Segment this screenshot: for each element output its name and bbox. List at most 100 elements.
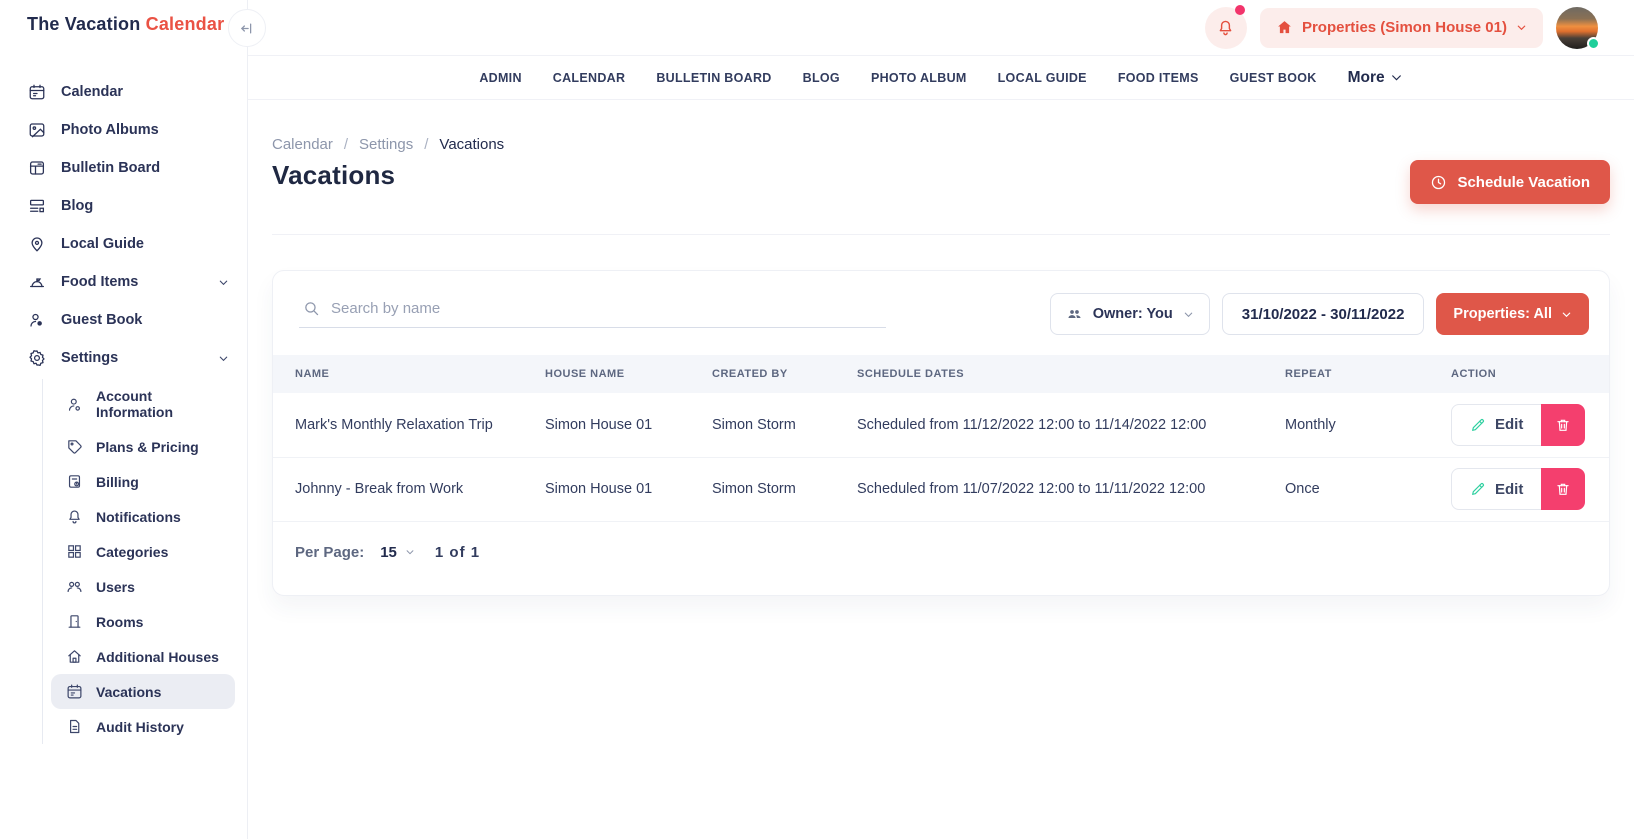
column-header-name: NAME (273, 355, 535, 393)
sidebar-item-label: Vacations (96, 684, 161, 700)
nav-item-admin[interactable]: ADMIN (479, 71, 521, 85)
pencil-icon (1470, 481, 1486, 497)
sidebar-item-label: Calendar (61, 84, 123, 100)
breadcrumb-settings[interactable]: Settings (359, 136, 413, 153)
sidebar-item-photo-albums[interactable]: Photo Albums (0, 111, 247, 149)
content-column: Properties (Simon House 01) ADMIN CALEND… (248, 0, 1634, 839)
top-header: Properties (Simon House 01) (248, 0, 1634, 56)
clock-icon (1430, 174, 1447, 191)
trash-icon (1555, 481, 1571, 497)
account-icon (66, 396, 83, 413)
cell-created-by: Simon Storm (702, 393, 847, 457)
search-icon (303, 300, 320, 317)
filter-row: Owner: You 31/10/2022 - 30/11/2022 Prope… (273, 271, 1609, 349)
row-action-group: Edit (1451, 468, 1585, 510)
sidebar-item-audit-history[interactable]: Audit History (51, 709, 235, 744)
chevron-down-icon (1183, 309, 1194, 320)
calendar-icon (28, 83, 46, 101)
sidebar-item-local-guide[interactable]: Local Guide (0, 225, 247, 263)
sidebar-item-categories[interactable]: Categories (51, 534, 235, 569)
table-row: Johnny - Break from Work Simon House 01 … (273, 457, 1609, 521)
delete-button[interactable] (1541, 404, 1585, 446)
sidebar-item-label: Blog (61, 198, 93, 214)
billing-icon (66, 473, 83, 490)
sidebar-item-label: Settings (61, 350, 118, 366)
sidebar-item-blog[interactable]: Blog (0, 187, 247, 225)
cell-house-name: Simon House 01 (535, 457, 702, 521)
page-title: Vacations (272, 160, 395, 191)
notifications-button[interactable] (1205, 7, 1247, 49)
sidebar-item-label: Rooms (96, 614, 143, 630)
chevron-down-icon (1390, 71, 1403, 84)
owner-filter-button[interactable]: Owner: You (1050, 293, 1210, 335)
sidebar-item-billing[interactable]: Billing (51, 464, 235, 499)
vacations-table: NAME HOUSE NAME CREATED BY SCHEDULE DATE… (273, 355, 1609, 522)
breadcrumb: Calendar / Settings / Vacations (272, 136, 1610, 153)
nav-item-calendar[interactable]: CALENDAR (553, 71, 626, 85)
properties-filter-button[interactable]: Properties: All (1436, 293, 1589, 335)
sidebar-item-plans-pricing[interactable]: Plans & Pricing (51, 429, 235, 464)
sidebar-item-vacations[interactable]: Vacations (51, 674, 235, 709)
sidebar-item-label: Users (96, 579, 135, 595)
sidebar-item-calendar[interactable]: Calendar (0, 73, 247, 111)
sidebar-item-notifications[interactable]: Notifications (51, 499, 235, 534)
edit-button[interactable]: Edit (1451, 468, 1542, 510)
search-box (299, 300, 886, 328)
sidebar-item-settings[interactable]: Settings (0, 339, 247, 377)
sidebar-item-label: Plans & Pricing (96, 439, 199, 455)
date-range-picker[interactable]: 31/10/2022 - 30/11/2022 (1222, 293, 1425, 335)
main-content: Calendar / Settings / Vacations Vacation… (248, 100, 1634, 839)
cell-created-by: Simon Storm (702, 457, 847, 521)
edit-button[interactable]: Edit (1451, 404, 1542, 446)
owner-filter-label: Owner: You (1093, 306, 1173, 322)
pagination-bar: Per Page: 15 1 of 1 (273, 522, 1609, 595)
house-icon (1276, 19, 1293, 36)
chevron-down-icon (218, 277, 229, 288)
user-avatar[interactable] (1556, 7, 1598, 49)
sidebar-item-bulletin-board[interactable]: Bulletin Board (0, 149, 247, 187)
nav-item-bulletin-board[interactable]: BULLETIN BOARD (656, 71, 771, 85)
properties-selector-label: Properties (Simon House 01) (1302, 19, 1507, 36)
sidebar-item-label: Bulletin Board (61, 160, 160, 176)
sidebar-item-users[interactable]: Users (51, 569, 235, 604)
board-icon (28, 159, 46, 177)
sidebar-item-food-items[interactable]: Food Items (0, 263, 247, 301)
people-icon (1066, 306, 1083, 323)
cell-action: Edit (1441, 457, 1609, 521)
delete-button[interactable] (1541, 468, 1585, 510)
trash-icon (1555, 417, 1571, 433)
grid-icon (66, 543, 83, 560)
door-icon (66, 613, 83, 630)
cell-repeat: Once (1275, 457, 1441, 521)
nav-item-guest-book[interactable]: GUEST BOOK (1230, 71, 1317, 85)
notification-badge-dot (1235, 5, 1245, 15)
sidebar-item-label: Audit History (96, 719, 184, 735)
guest-icon (28, 311, 46, 329)
nav-item-local-guide[interactable]: LOCAL GUIDE (998, 71, 1087, 85)
cell-repeat: Monthly (1275, 393, 1441, 457)
tag-icon (66, 438, 83, 455)
sidebar-item-additional-houses[interactable]: Additional Houses (51, 639, 235, 674)
users-icon (66, 578, 83, 595)
sidebar-item-label: Photo Albums (61, 122, 159, 138)
title-row: Vacations Schedule Vacation (272, 160, 1610, 204)
nav-item-blog[interactable]: BLOG (803, 71, 840, 85)
online-status-dot (1587, 37, 1600, 50)
per-page-label: Per Page: (295, 544, 364, 561)
sidebar-item-guest-book[interactable]: Guest Book (0, 301, 247, 339)
sidebar-item-rooms[interactable]: Rooms (51, 604, 235, 639)
per-page-selector[interactable]: 15 (380, 544, 415, 561)
pencil-icon (1470, 417, 1486, 433)
nav-item-photo-album[interactable]: PHOTO ALBUM (871, 71, 967, 85)
nav-more-button[interactable]: More (1348, 69, 1403, 87)
chevron-down-icon (405, 547, 415, 557)
sidebar-item-label: Additional Houses (96, 649, 219, 665)
breadcrumb-calendar[interactable]: Calendar (272, 136, 333, 153)
nav-item-food-items[interactable]: FOOD ITEMS (1118, 71, 1199, 85)
properties-selector-button[interactable]: Properties (Simon House 01) (1260, 8, 1543, 48)
cell-name: Mark's Monthly Relaxation Trip (273, 393, 535, 457)
schedule-vacation-button[interactable]: Schedule Vacation (1410, 160, 1610, 204)
search-input[interactable] (331, 300, 882, 317)
sidebar-item-account-information[interactable]: Account Information (51, 379, 235, 429)
sidebar-collapse-button[interactable] (228, 9, 266, 47)
